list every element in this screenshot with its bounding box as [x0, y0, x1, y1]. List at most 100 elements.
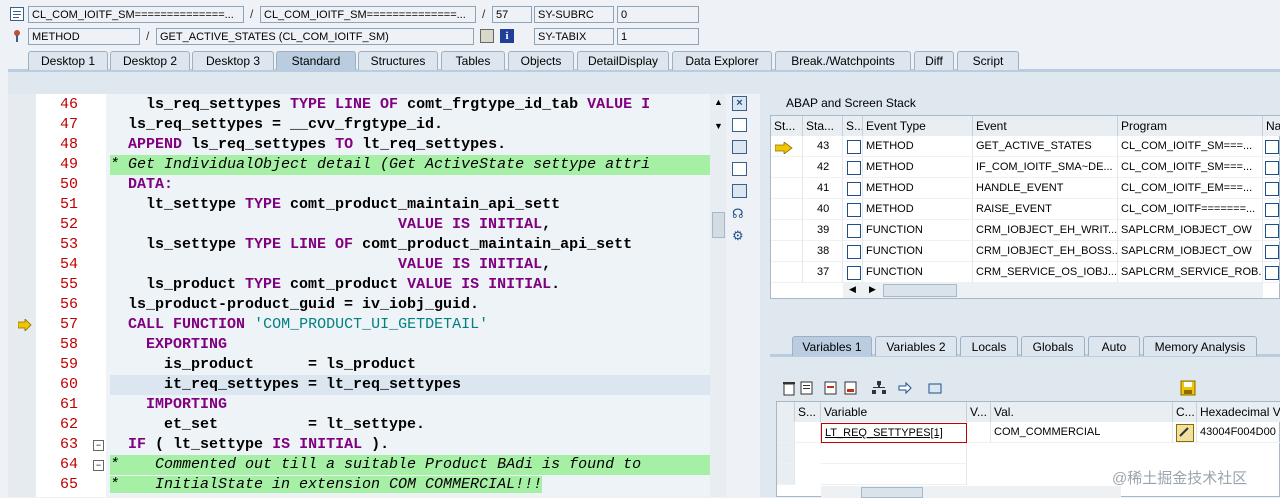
display-object-icon[interactable]	[480, 29, 494, 43]
navigate-icon[interactable]	[1265, 203, 1279, 217]
save-vars-icon[interactable]	[843, 380, 859, 396]
edit-pencil-icon[interactable]	[1176, 424, 1194, 442]
variables-horizontal-scrollbar[interactable]	[821, 486, 1121, 498]
tab-locals[interactable]: Locals	[960, 336, 1018, 356]
tab-objects[interactable]: Objects	[508, 51, 574, 70]
stack-row[interactable]: 37 FUNCTION CRM_SERVICE_OS_IOBJ... SAPLCRM_…	[771, 262, 1280, 283]
delete-all-icon[interactable]	[799, 380, 815, 396]
stack-row[interactable]: 38 FUNCTION CRM_IOBJECT_EH_BOSS... SAPLCRM_…	[771, 241, 1280, 262]
collapse-icon[interactable]: −	[93, 460, 104, 471]
stack-row-level: 41	[803, 178, 843, 199]
scroll-down-icon[interactable]: ▼	[714, 121, 723, 131]
tab-standard[interactable]: Standard	[276, 51, 356, 70]
tab-desktop-3[interactable]: Desktop 3	[192, 51, 274, 70]
variable-name-input-empty[interactable]	[821, 443, 967, 464]
navigate-icon[interactable]	[1265, 161, 1279, 175]
load-icon[interactable]	[823, 380, 839, 396]
maximize-icon[interactable]	[732, 162, 747, 176]
navigate-icon[interactable]	[1265, 245, 1279, 259]
var-col-c[interactable]: C...	[1173, 402, 1197, 422]
line-field[interactable]: 57	[492, 6, 532, 23]
row-select-handle[interactable]	[777, 443, 795, 464]
sy-subrc-value[interactable]: 0	[617, 6, 699, 23]
sy-tabix-value[interactable]: 1	[617, 28, 699, 45]
line-number: 65	[59, 476, 78, 493]
tab-memory-analysis[interactable]: Memory Analysis	[1143, 336, 1257, 356]
row-select-handle[interactable]	[777, 422, 795, 443]
tab-variables-2[interactable]: Variables 2	[875, 336, 957, 356]
scroll-left-icon[interactable]: ◀	[849, 284, 856, 295]
hierarchy-icon[interactable]	[871, 380, 887, 396]
code-text: lt_settype TYPE comt_product_maintain_ap…	[110, 196, 561, 213]
stack-row-name	[1263, 157, 1280, 178]
variable-hex[interactable]: 43004F004D00	[1197, 422, 1280, 443]
navigate-icon[interactable]	[1265, 266, 1279, 280]
scroll-thumb[interactable]	[712, 212, 725, 238]
scroll-up-icon[interactable]: ▲	[714, 97, 723, 107]
var-col-value[interactable]: Val.	[991, 402, 1173, 422]
scroll-right-icon[interactable]: ▶	[869, 284, 876, 295]
stack-row[interactable]: 43 METHOD GET_ACTIVE_STATES CL_COM_IOITF_SM…	[771, 136, 1280, 157]
tab-tables[interactable]: Tables	[441, 51, 505, 70]
var-col-variable[interactable]: Variable	[821, 402, 967, 422]
info-icon[interactable]: i	[500, 29, 514, 43]
stack-row[interactable]: 41 METHOD HANDLE_EVENT CL_COM_IOITF_EM===..…	[771, 178, 1280, 199]
var-col-hex[interactable]: Hexadecimal V	[1197, 402, 1280, 422]
code-vertical-scrollbar[interactable]: ▲ ▼	[710, 94, 726, 497]
variable-name-input-empty[interactable]	[821, 464, 967, 485]
settings-icon[interactable]: ⚙	[732, 228, 744, 244]
var-col-v[interactable]: V...	[967, 402, 991, 422]
stack-col-name[interactable]: Na	[1263, 116, 1280, 136]
tab-variables-1[interactable]: Variables 1	[792, 336, 872, 356]
stack-col-stack[interactable]: Sta...	[803, 116, 843, 136]
stack-row[interactable]: 39 FUNCTION CRM_IOBJECT_EH_WRIT... SAPLCRM_…	[771, 220, 1280, 241]
stack-col-st[interactable]: St...	[771, 116, 803, 136]
line-number: 54	[59, 256, 78, 273]
include-field[interactable]: CL_COM_IOITF_SM==============...	[260, 6, 476, 23]
scroll-thumb[interactable]	[861, 487, 923, 498]
navigate-icon[interactable]	[897, 380, 913, 396]
tab-breakpoints[interactable]: Break./Watchpoints	[775, 51, 911, 70]
var-col-s[interactable]: S...	[795, 402, 821, 422]
stack-row-level: 42	[803, 157, 843, 178]
close-icon[interactable]: ×	[732, 96, 747, 111]
variable-value[interactable]: COM_COMMERCIAL	[991, 422, 1173, 443]
row-select-handle[interactable]	[777, 464, 795, 485]
tab-structures[interactable]: Structures	[358, 51, 438, 70]
tab-globals[interactable]: Globals	[1021, 336, 1085, 356]
stack-col-event-type[interactable]: Event Type	[863, 116, 973, 136]
tab-desktop-1[interactable]: Desktop 1	[28, 51, 108, 70]
scroll-thumb[interactable]	[883, 284, 957, 297]
tab-data-explorer[interactable]: Data Explorer	[672, 51, 772, 70]
folder-icon[interactable]	[927, 380, 943, 396]
delete-icon[interactable]	[781, 380, 797, 396]
navigate-icon[interactable]	[1265, 182, 1279, 196]
stack-row-name	[1263, 241, 1280, 262]
tab-diff[interactable]: Diff	[914, 51, 954, 70]
stack-horizontal-scrollbar[interactable]: ◀ ▶	[843, 282, 1263, 298]
code-text: ls_req_settypes = __cvv_frgtype_id.	[110, 116, 444, 133]
swap-tool-icon[interactable]	[732, 140, 747, 154]
collapse-icon[interactable]: −	[93, 440, 104, 451]
tab-detaildisplay[interactable]: DetailDisplay	[577, 51, 669, 70]
stack-col-program[interactable]: Program	[1118, 116, 1263, 136]
services-icon[interactable]: ☊	[732, 206, 744, 222]
navigate-icon[interactable]	[1265, 140, 1279, 154]
stack-row[interactable]: 40 METHOD RAISE_EVENT CL_COM_IOITF=======..…	[771, 199, 1280, 220]
stack-col-s[interactable]: S...	[843, 116, 863, 136]
program-field[interactable]: CL_COM_IOITF_SM==============...	[28, 6, 244, 23]
event-field[interactable]: GET_ACTIVE_STATES (CL_COM_IOITF_SM)	[156, 28, 474, 45]
tab-desktop-2[interactable]: Desktop 2	[110, 51, 190, 70]
tab-auto[interactable]: Auto	[1088, 336, 1140, 356]
resize-icon[interactable]	[732, 184, 747, 198]
tab-script[interactable]: Script	[957, 51, 1019, 70]
stack-col-event[interactable]: Event	[973, 116, 1118, 136]
event-type-field[interactable]: METHOD	[28, 28, 140, 45]
stack-row[interactable]: 42 METHOD IF_COM_IOITF_SMA~DE... CL_COM_IOI…	[771, 157, 1280, 178]
new-tool-icon[interactable]	[732, 118, 747, 132]
navigate-icon[interactable]	[1265, 224, 1279, 238]
line-number: 58	[59, 336, 78, 353]
var-change-cell[interactable]	[1173, 422, 1197, 443]
variable-name-input[interactable]: LT_REQ_SETTYPES[1]	[821, 423, 967, 443]
save-icon[interactable]	[1180, 380, 1196, 396]
